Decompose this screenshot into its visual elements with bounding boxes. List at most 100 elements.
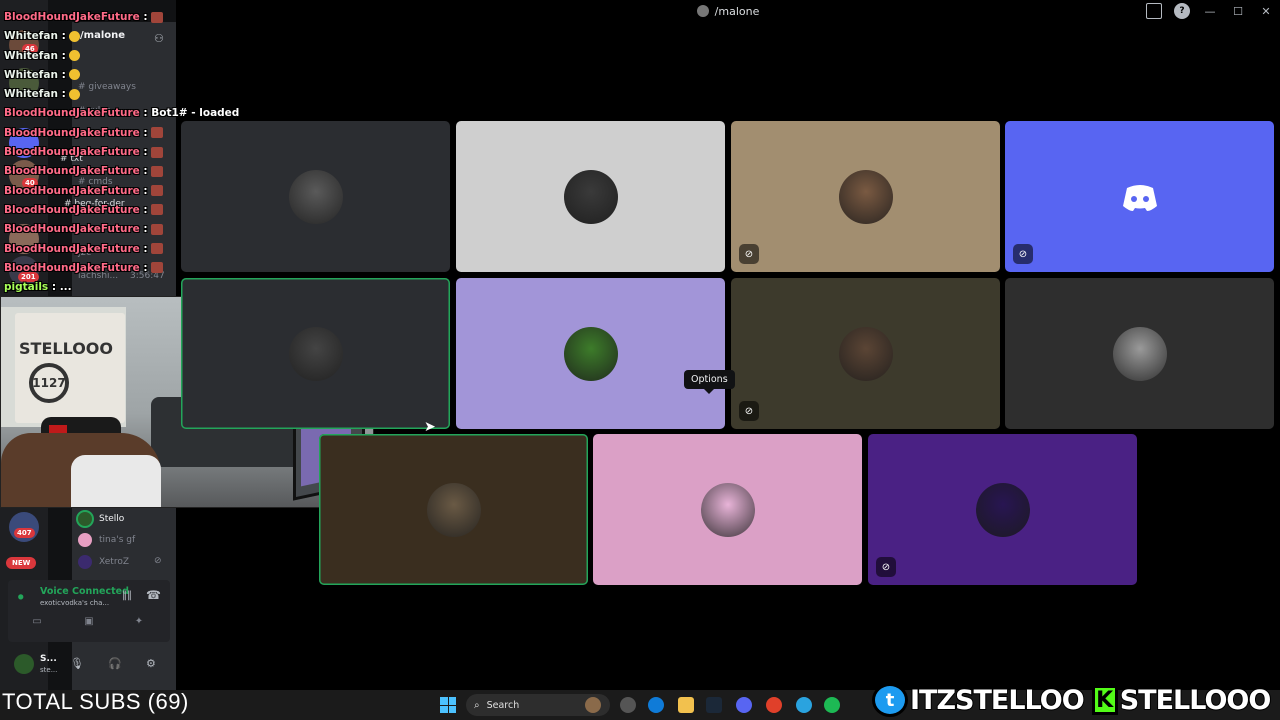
chat-username: Whitefan xyxy=(4,68,58,81)
participant-tile[interactable]: ⊘ xyxy=(1005,121,1274,272)
avatar xyxy=(426,482,481,537)
participant-tile[interactable] xyxy=(1005,278,1274,429)
voice-channel-name[interactable]: exoticvodka's cha... xyxy=(40,599,109,607)
chat-message: BloodHoundJakeFuture : xyxy=(4,220,204,239)
settings-gear-icon[interactable]: ⚙ xyxy=(146,657,156,670)
webcam-flag-text: STELLOOO xyxy=(19,339,113,358)
chat-text: : xyxy=(143,165,148,178)
chat-text: : xyxy=(143,126,148,139)
voice-member[interactable]: tina's gf xyxy=(78,533,135,547)
chat-message: Whitefan : xyxy=(4,47,204,66)
chat-username: pigtails xyxy=(4,281,49,294)
inbox-icon[interactable] xyxy=(1146,3,1162,19)
taskbar-app-icon[interactable] xyxy=(620,697,636,713)
stream-chat-overlay: BloodHoundJakeFuture : Whitefan : Whitefan… xyxy=(4,8,239,297)
chat-message: BloodHoundJakeFuture : xyxy=(4,8,204,27)
signal-icon[interactable]: ⦁ xyxy=(18,590,30,603)
screen-share-icon[interactable]: ▣ xyxy=(82,616,96,628)
camera-icon[interactable]: ▭ xyxy=(30,616,44,628)
steam-icon[interactable] xyxy=(706,697,722,713)
chat-message: pigtails : ... xyxy=(4,278,204,297)
chat-username: BloodHoundJakeFuture xyxy=(4,165,140,178)
chrome-icon[interactable] xyxy=(766,697,782,713)
close-button[interactable]: ✕ xyxy=(1258,3,1274,19)
chat-text: : xyxy=(143,242,148,255)
participant-tile[interactable] xyxy=(181,278,450,429)
noise-suppression-icon[interactable]: ‖‖ xyxy=(122,590,132,601)
chat-username: BloodHoundJakeFuture xyxy=(4,203,140,216)
chat-message: Whitefan : xyxy=(4,66,204,85)
options-tooltip: Options xyxy=(684,370,735,394)
file-explorer-icon[interactable] xyxy=(678,697,694,713)
chat-message: BloodHoundJakeFuture : xyxy=(4,259,204,278)
avatar xyxy=(838,169,893,224)
voice-status[interactable]: Voice Connected xyxy=(40,586,129,597)
help-icon[interactable]: ? xyxy=(1174,3,1190,19)
discord-icon[interactable] xyxy=(736,697,752,713)
voice-connected-panel: ⦁ Voice Connected exoticvodka's cha... ‖… xyxy=(8,580,170,642)
chat-username: Whitefan xyxy=(4,49,58,62)
chat-username: BloodHoundJakeFuture xyxy=(4,146,140,159)
chat-text: : Bot1# - loaded xyxy=(143,107,240,120)
participant-tile[interactable]: ⊘ xyxy=(731,278,1000,429)
maximize-button[interactable]: ☐ xyxy=(1230,3,1246,19)
webcam-flag xyxy=(15,313,125,423)
participant-tile[interactable]: ⊘ xyxy=(731,121,1000,272)
emote-icon xyxy=(150,11,163,23)
taskbar-widget-icon[interactable] xyxy=(585,697,601,713)
edge-icon[interactable] xyxy=(648,697,664,713)
voice-member[interactable]: XetroZ xyxy=(78,555,129,569)
voice-member-name: Stello xyxy=(99,514,125,524)
webcam-person-shirt xyxy=(71,455,161,507)
activities-icon[interactable]: ✦ xyxy=(132,616,146,628)
participant-tile[interactable] xyxy=(181,121,450,272)
muted-icon: ⊘ xyxy=(739,401,759,421)
avatar[interactable] xyxy=(14,654,34,674)
twitter-handle: ITZSTELLOO xyxy=(909,684,1086,717)
user-name[interactable]: S... xyxy=(40,654,57,664)
participant-tile[interactable]: ⊘ xyxy=(868,434,1137,585)
participant-tile[interactable] xyxy=(593,434,862,585)
avatar xyxy=(1112,326,1167,381)
telegram-icon[interactable] xyxy=(796,697,812,713)
chat-username: BloodHoundJakeFuture xyxy=(4,184,140,197)
avatar xyxy=(78,555,92,569)
avatar xyxy=(700,482,755,537)
avatar xyxy=(563,169,618,224)
microphone-icon[interactable]: 🎙 xyxy=(70,657,84,670)
participant-tile[interactable] xyxy=(456,278,725,429)
chat-message: BloodHoundJakeFuture : xyxy=(4,143,204,162)
chat-text: : xyxy=(143,261,148,274)
window-controls: ? — ☐ ✕ xyxy=(1146,3,1274,19)
server-badge: 407 xyxy=(14,528,35,538)
chat-message: BloodHoundJakeFuture : xyxy=(4,201,204,220)
minimize-button[interactable]: — xyxy=(1202,3,1218,19)
windows-start-icon[interactable] xyxy=(440,697,456,713)
avatar xyxy=(838,326,893,381)
disconnect-icon[interactable]: ☎ xyxy=(146,588,161,602)
user-status: ste... xyxy=(40,666,58,674)
chat-username: BloodHoundJakeFuture xyxy=(4,107,140,120)
spotify-icon[interactable] xyxy=(824,697,840,713)
participant-tile[interactable] xyxy=(456,121,725,272)
emote-icon xyxy=(150,204,163,216)
chat-username: BloodHoundJakeFuture xyxy=(4,126,140,139)
chat-message: BloodHoundJakeFuture : xyxy=(4,182,204,201)
headphones-icon[interactable]: 🎧 xyxy=(108,657,122,670)
user-panel: S... ste... 🎙 🎧 ⚙ xyxy=(8,648,170,682)
chat-username: BloodHoundJakeFuture xyxy=(4,261,140,274)
chat-message: Whitefan : xyxy=(4,27,204,46)
chat-message: BloodHoundJakeFuture : xyxy=(4,124,204,143)
emote-icon xyxy=(150,223,163,235)
webcam-flag-logo: 1127 xyxy=(29,363,69,403)
desktop: 46 40 201 407 /malone ⚇ # giveaways # ru… xyxy=(0,0,1280,720)
new-badge[interactable]: NEW xyxy=(6,557,37,569)
voice-member[interactable]: Stello xyxy=(78,512,124,526)
avatar xyxy=(78,533,92,547)
avatar xyxy=(563,326,618,381)
taskbar-search-label: Search xyxy=(486,699,520,711)
chat-text: : xyxy=(61,88,66,101)
participant-tile[interactable] xyxy=(319,434,588,585)
emote-icon xyxy=(150,185,163,197)
muted-icon: ⊘ xyxy=(876,557,896,577)
